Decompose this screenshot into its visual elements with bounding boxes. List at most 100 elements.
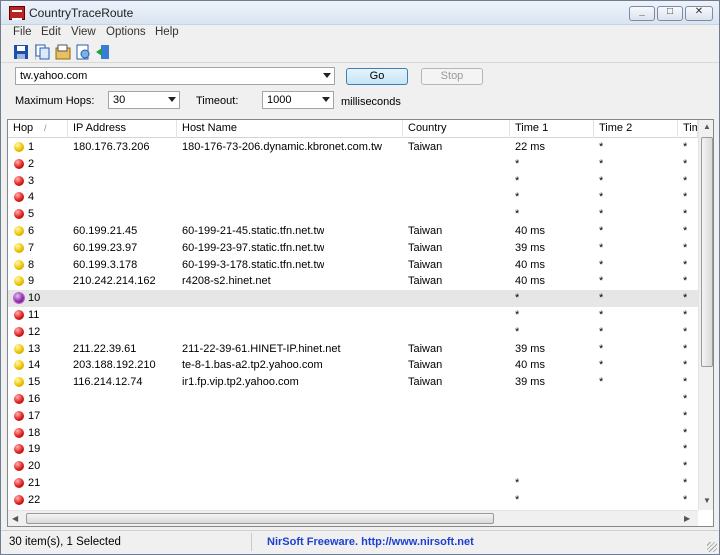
table-row[interactable]: 15 116.214.12.74 ir1.fp.vip.tp2.yahoo.com T… bbox=[8, 374, 698, 391]
table-row[interactable]: 16 * bbox=[8, 391, 698, 408]
status-icon bbox=[14, 309, 24, 320]
t3-cell: * bbox=[683, 275, 688, 288]
close-icon: ✕ bbox=[694, 6, 704, 17]
close-button[interactable]: ✕ bbox=[685, 6, 713, 21]
html-report-icon[interactable] bbox=[75, 44, 91, 60]
table-row[interactable]: 17 * bbox=[8, 408, 698, 425]
table-row[interactable]: 13 211.22.39.61 211-22-39-61.HINET-IP.hine… bbox=[8, 341, 698, 358]
country-cell: Taiwan bbox=[408, 342, 443, 355]
column-header-host[interactable]: Host Name bbox=[177, 120, 403, 138]
t2-cell: * bbox=[599, 241, 604, 254]
app-icon bbox=[9, 6, 25, 20]
minimize-icon: _ bbox=[639, 6, 645, 17]
table-row[interactable]: 10 * * * bbox=[8, 290, 698, 307]
horizontal-scrollbar[interactable]: ◀ ▶ bbox=[8, 510, 698, 526]
table-row[interactable]: 3 * * * bbox=[8, 173, 698, 190]
scroll-left-icon[interactable]: ◀ bbox=[12, 514, 18, 523]
table-row[interactable]: 21 * * bbox=[8, 475, 698, 492]
table-row[interactable]: 22 * * bbox=[8, 492, 698, 509]
hops-list[interactable]: Hop / IP Address Host Name Country Time … bbox=[7, 119, 714, 527]
column-header-time1[interactable]: Time 1 bbox=[510, 120, 594, 138]
ip-cell: 211.22.39.61 bbox=[73, 342, 137, 355]
maximize-icon: □ bbox=[666, 6, 674, 17]
table-row[interactable]: 8 60.199.3.178 60-199-3-178.static.tfn.net… bbox=[8, 257, 698, 274]
menu-options[interactable]: Options bbox=[106, 26, 146, 38]
status-icon bbox=[14, 461, 24, 472]
status-icon bbox=[14, 326, 24, 337]
table-row[interactable]: 18 * bbox=[8, 425, 698, 442]
menu-help[interactable]: Help bbox=[155, 26, 179, 38]
ip-cell: 203.188.192.210 bbox=[73, 359, 156, 372]
table-row[interactable]: 6 60.199.21.45 60-199-21-45.static.tfn.net… bbox=[8, 223, 698, 240]
t1-cell: * bbox=[515, 191, 520, 204]
go-button[interactable]: Go bbox=[346, 68, 408, 85]
t2-cell: * bbox=[599, 141, 604, 153]
chevron-down-icon[interactable] bbox=[168, 97, 176, 102]
nirsoft-link[interactable]: NirSoft Freeware. http://www.nirsoft.net bbox=[267, 536, 474, 548]
table-row[interactable]: 2 * * * bbox=[8, 156, 698, 173]
t3-cell: * bbox=[683, 157, 688, 170]
status-icon bbox=[14, 360, 24, 371]
t3-cell: * bbox=[683, 174, 688, 187]
exit-icon[interactable] bbox=[95, 44, 111, 60]
table-row[interactable]: 7 60.199.23.97 60-199-23-97.static.tfn.net… bbox=[8, 240, 698, 257]
vertical-scrollbar[interactable]: ▲ ▼ bbox=[698, 120, 713, 510]
column-header-country[interactable]: Country bbox=[403, 120, 510, 138]
timeout-select[interactable]: 1000 bbox=[262, 91, 334, 109]
hop-cell: 6 bbox=[28, 224, 35, 237]
status-summary: 30 item(s), 1 Selected bbox=[9, 536, 121, 548]
copy-icon[interactable] bbox=[35, 44, 51, 60]
status-icon bbox=[14, 427, 24, 438]
table-row[interactable]: 9 210.242.214.162 r4208-s2.hinet.net Taiwan… bbox=[8, 273, 698, 290]
max-hops-select[interactable]: 30 bbox=[108, 91, 180, 109]
save-icon[interactable] bbox=[13, 44, 29, 60]
hop-cell: 18 bbox=[28, 426, 41, 439]
vertical-scroll-thumb[interactable] bbox=[701, 137, 713, 367]
host-cell: 60-199-21-45.static.tfn.net.tw bbox=[182, 224, 325, 237]
hop-cell: 4 bbox=[28, 191, 35, 204]
host-input[interactable]: tw.yahoo.com bbox=[15, 67, 335, 85]
stop-button[interactable]: Stop bbox=[421, 68, 483, 85]
menu-file[interactable]: File bbox=[13, 26, 32, 38]
horizontal-scroll-thumb[interactable] bbox=[26, 513, 494, 524]
t1-cell: 40 ms bbox=[515, 258, 545, 271]
maximize-button[interactable]: □ bbox=[657, 6, 683, 21]
t2-cell: * bbox=[599, 359, 604, 372]
scroll-down-icon[interactable]: ▼ bbox=[703, 496, 711, 505]
resize-grip[interactable] bbox=[707, 542, 717, 552]
hop-cell: 17 bbox=[28, 409, 41, 422]
column-header-time3[interactable]: Time 3 bbox=[678, 120, 698, 138]
timeout-value: 1000 bbox=[267, 94, 292, 106]
table-row[interactable]: 14 203.188.192.210 te-8-1.bas-a2.tp2.yahoo… bbox=[8, 357, 698, 374]
menu-edit[interactable]: Edit bbox=[41, 26, 61, 38]
chevron-down-icon[interactable] bbox=[322, 97, 330, 102]
table-row[interactable]: 11 * * * bbox=[8, 307, 698, 324]
column-header-ip[interactable]: IP Address bbox=[68, 120, 177, 138]
table-row[interactable]: 12 * * * bbox=[8, 324, 698, 341]
menu-view[interactable]: View bbox=[71, 26, 96, 38]
t2-cell: * bbox=[599, 224, 604, 237]
hop-cell: 20 bbox=[28, 460, 41, 473]
scroll-up-icon[interactable]: ▲ bbox=[703, 122, 711, 131]
table-row[interactable]: 5 * * * bbox=[8, 206, 698, 223]
status-icon bbox=[14, 175, 24, 186]
chevron-down-icon[interactable] bbox=[323, 73, 331, 78]
minimize-button[interactable]: _ bbox=[629, 6, 655, 21]
table-row[interactable]: 20 * bbox=[8, 458, 698, 475]
ip-cell: 116.214.12.74 bbox=[73, 376, 143, 389]
table-row[interactable]: 4 * * * bbox=[8, 189, 698, 206]
status-icon bbox=[14, 477, 24, 488]
table-row[interactable]: 19 * bbox=[8, 441, 698, 458]
status-icon bbox=[14, 410, 24, 421]
table-row[interactable]: 1 180.176.73.206 180-176-73-206.dynamic.kb… bbox=[8, 139, 698, 156]
title-bar[interactable]: CountryTraceRoute _ □ ✕ bbox=[1, 1, 719, 25]
t3-cell: * bbox=[683, 191, 688, 204]
t1-cell: * bbox=[515, 493, 520, 506]
properties-icon[interactable] bbox=[55, 44, 71, 60]
scroll-right-icon[interactable]: ▶ bbox=[684, 514, 690, 523]
t1-cell: 39 ms bbox=[515, 342, 545, 355]
status-separator bbox=[251, 533, 252, 551]
column-header-time2[interactable]: Time 2 bbox=[594, 120, 678, 138]
t1-cell: 40 ms bbox=[515, 275, 545, 288]
column-header-hop[interactable]: Hop / bbox=[8, 120, 68, 138]
